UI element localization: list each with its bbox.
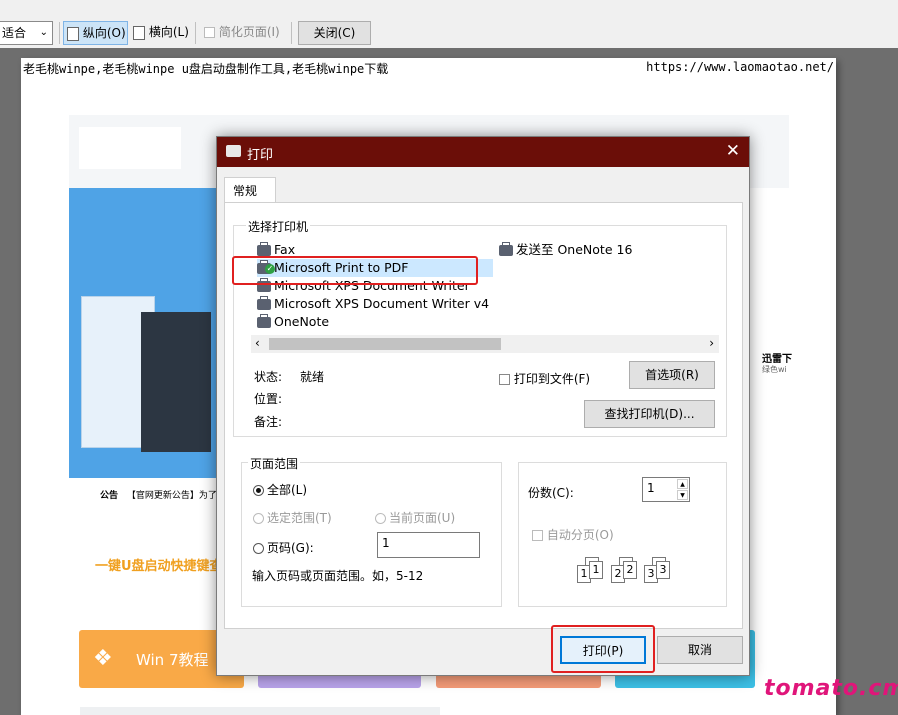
landscape-label: 横向(L) (148, 25, 189, 39)
tab-general-label: 常规 (233, 184, 258, 198)
scroll-right-icon[interactable]: › (709, 336, 714, 350)
close-label: 关闭(C) (313, 26, 356, 40)
status-value: 就绪 (300, 370, 325, 384)
chevron-down-icon: ⌄ (39, 27, 48, 38)
printer-item-send-to-onenote[interactable]: 发送至 OneNote 16 (499, 241, 632, 259)
range-current-radio[interactable]: 当前页面(U) (375, 509, 455, 526)
zoom-value: 适合 (2, 26, 27, 40)
dialog-title-bar: 打印 ✕ (217, 137, 749, 167)
page-range-label: 页面范围 (248, 455, 301, 472)
printer-item-xps-v4[interactable]: Microsoft XPS Document Writer v4 (257, 295, 489, 313)
collate-illustration-icon: 11 22 33 (572, 557, 672, 589)
location-label: 位置: (254, 392, 283, 406)
range-pages-label: 页码(G): (267, 541, 314, 555)
watermark: tomato.cm (764, 676, 898, 701)
pages-input[interactable]: 1 (377, 532, 480, 558)
cancel-button[interactable]: 取消 (657, 636, 743, 664)
horizontal-scrollbar[interactable]: ‹ › (251, 335, 719, 353)
simplify-label: 简化页面(I) (218, 25, 280, 39)
print-dialog: 打印 ✕ 常规 选择打印机 Fax ✓ Microsoft Print to PD… (216, 136, 750, 676)
printer-icon (257, 242, 271, 256)
portrait-page-icon (67, 26, 79, 41)
select-printer-label: 选择打印机 (246, 218, 311, 235)
copies-spinner[interactable]: 1 ▲ ▼ (642, 477, 690, 502)
print-preview-toolbar: 适合 ⌄ 纵向(O) 横向(L) 简化页面(I) 关闭(C) (0, 0, 898, 48)
copies-value: 1 (647, 481, 655, 495)
range-hint: 输入页码或页面范围。如，5-12 (252, 569, 424, 583)
simplify-page-checkbox[interactable]: 简化页面(I) (204, 21, 288, 45)
preferences-button[interactable]: 首选项(R) (629, 361, 715, 389)
radio-icon (253, 513, 264, 524)
portrait-button[interactable]: 纵向(O) (63, 21, 128, 45)
close-icon[interactable]: ✕ (726, 140, 740, 162)
print-to-file-checkbox[interactable]: 打印到文件(F) (499, 370, 590, 387)
range-all-radio[interactable]: 全部(L) (253, 481, 307, 498)
win7-label: Win 7教程 (136, 651, 209, 669)
range-all-label: 全部(L) (267, 483, 308, 497)
highlight-selected-printer (232, 256, 478, 285)
scroll-left-icon[interactable]: ‹ (255, 336, 260, 350)
page-header-title: 老毛桃winpe,老毛桃winpe u盘启动盘制作工具,老毛桃winpe下载 (23, 62, 389, 76)
promo-text: 一键U盘启动快捷键查 (95, 559, 216, 574)
highlight-print-button (551, 625, 655, 673)
portrait-label: 纵向(O) (82, 26, 126, 40)
printer-name: Fax (274, 242, 296, 257)
radio-icon (253, 543, 264, 554)
range-current-label: 当前页面(U) (389, 511, 456, 525)
side-title: 迅雷下 (762, 354, 792, 365)
radio-selected-icon (253, 485, 264, 496)
printer-icon (257, 314, 271, 328)
notice-bar: 公告 【官网更新公告】为了 (80, 486, 220, 506)
printer-name: OneNote (274, 314, 330, 329)
notice-text: 【官网更新公告】为了 (126, 491, 217, 501)
range-selection-radio[interactable]: 选定范围(T) (253, 509, 332, 526)
collate-label: 自动分页(O) (546, 528, 614, 542)
page-header-url: https://www.laomaotao.net/ (646, 60, 834, 74)
preferences-label: 首选项(R) (645, 368, 699, 382)
printer-icon (226, 145, 241, 157)
dialog-body: 常规 选择打印机 Fax ✓ Microsoft Print to PDF Mic… (217, 167, 749, 675)
dialog-title: 打印 (247, 148, 274, 163)
printer-icon (499, 242, 513, 256)
landscape-button[interactable]: 横向(L) (131, 21, 191, 45)
printer-icon (257, 296, 271, 310)
notice-label: 公告 (100, 491, 119, 501)
banner-screenshot-image-2 (141, 312, 211, 452)
spin-down-icon[interactable]: ▼ (677, 490, 688, 500)
windows-logo-icon: ❖ (93, 646, 113, 671)
range-selection-label: 选定范围(T) (267, 511, 332, 525)
pages-input-value: 1 (382, 536, 390, 550)
collate-box (532, 530, 543, 541)
status-label: 状态: (254, 370, 283, 384)
tab-general[interactable]: 常规 (224, 177, 276, 203)
scrollbar-thumb[interactable] (269, 338, 501, 350)
print-to-file-box (499, 374, 510, 385)
printer-list: Fax ✓ Microsoft Print to PDF Microsoft XP… (251, 237, 719, 357)
zoom-select[interactable]: 适合 ⌄ (0, 21, 53, 45)
cancel-button-label: 取消 (687, 643, 712, 657)
side-panel (750, 188, 789, 478)
printer-name: Microsoft XPS Document Writer v4 (274, 296, 490, 311)
close-button[interactable]: 关闭(C) (298, 21, 371, 45)
collate-checkbox[interactable]: 自动分页(O) (532, 526, 614, 543)
site-logo-placeholder (79, 127, 181, 169)
page-bottom-strip (80, 707, 440, 715)
printer-name: 发送至 OneNote 16 (516, 242, 633, 257)
copies-label: 份数(C): (528, 486, 574, 500)
find-printer-label: 查找打印机(D)... (604, 407, 695, 421)
simplify-checkbox-box (204, 27, 215, 38)
range-pages-radio[interactable]: 页码(G): (253, 539, 314, 556)
side-subtitle: 绿色wi (762, 365, 787, 374)
landscape-page-icon (133, 25, 145, 40)
radio-icon (375, 513, 386, 524)
print-to-file-label: 打印到文件(F) (513, 372, 591, 386)
spin-up-icon[interactable]: ▲ (677, 479, 688, 489)
printer-item-onenote[interactable]: OneNote (257, 313, 329, 331)
comment-label: 备注: (254, 415, 283, 429)
find-printer-button[interactable]: 查找打印机(D)... (584, 400, 715, 428)
